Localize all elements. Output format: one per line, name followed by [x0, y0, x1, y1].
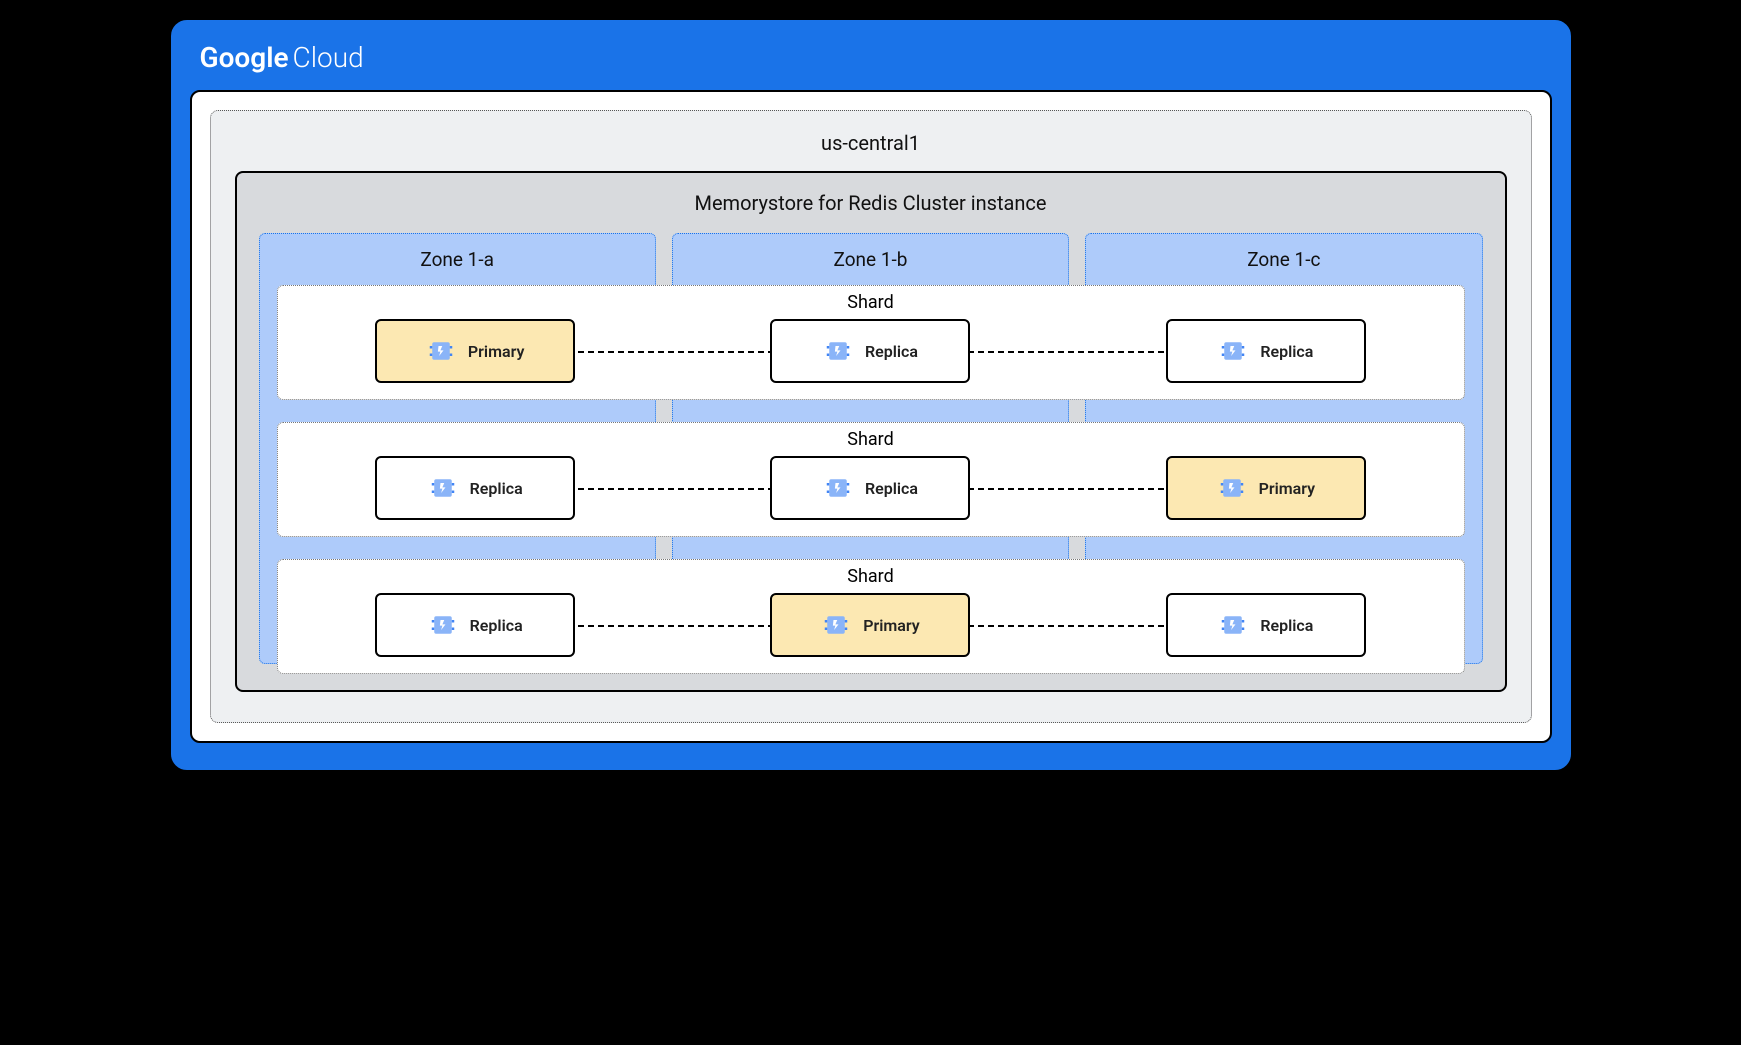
replica-node: Replica	[770, 456, 970, 520]
cpu-icon	[426, 336, 456, 366]
node-label: Primary	[863, 616, 920, 635]
zone-a-title: Zone 1-a	[260, 242, 655, 281]
cpu-icon	[1218, 336, 1248, 366]
replica-node: Replica	[1166, 319, 1366, 383]
node-label: Replica	[865, 342, 918, 361]
replica-node: Replica	[375, 593, 575, 657]
shard-row: Replica Replica Primary	[298, 456, 1444, 520]
region-title: us-central1	[235, 123, 1507, 171]
zone-b-title: Zone 1-b	[673, 242, 1068, 281]
node-label: Primary	[468, 342, 525, 361]
node-label: Replica	[1260, 342, 1313, 361]
shard-1: Shard Replica Replica Primary	[277, 422, 1465, 537]
cpu-icon	[428, 473, 458, 503]
node-label: Replica	[1260, 616, 1313, 635]
node-label: Replica	[470, 616, 523, 635]
primary-node: Primary	[770, 593, 970, 657]
logo-bold: Google	[200, 41, 289, 74]
google-cloud-frame: Google Cloud us-central1 Memorystore for…	[171, 20, 1571, 770]
shard-title: Shard	[298, 290, 1444, 319]
primary-node: Primary	[375, 319, 575, 383]
node-label: Primary	[1259, 479, 1316, 498]
region-frame: us-central1 Memorystore for Redis Cluste…	[210, 110, 1532, 723]
shard-title: Shard	[298, 427, 1444, 456]
shard-title: Shard	[298, 564, 1444, 593]
replica-node: Replica	[1166, 593, 1366, 657]
instance-frame: Memorystore for Redis Cluster instance Z…	[235, 171, 1507, 692]
google-cloud-logo: Google Cloud	[190, 35, 1552, 90]
instance-title: Memorystore for Redis Cluster instance	[259, 183, 1483, 233]
cpu-icon	[823, 336, 853, 366]
shards-overlay: ShardPrimaryReplicaReplicaShardReplicaRe…	[277, 285, 1465, 696]
replica-node: Replica	[375, 456, 575, 520]
shard-row: Replica Primary Replica	[298, 593, 1444, 657]
primary-node: Primary	[1166, 456, 1366, 520]
cpu-icon	[1218, 610, 1248, 640]
project-frame: us-central1 Memorystore for Redis Cluste…	[190, 90, 1552, 743]
shard-row: Primary Replica Replica	[298, 319, 1444, 383]
cpu-icon	[1217, 473, 1247, 503]
cpu-icon	[823, 473, 853, 503]
node-label: Replica	[470, 479, 523, 498]
shard-2: Shard Replica Primary Replica	[277, 559, 1465, 674]
zone-c-title: Zone 1-c	[1086, 242, 1481, 281]
shard-0: Shard Primary Replica Replica	[277, 285, 1465, 400]
node-label: Replica	[865, 479, 918, 498]
replica-node: Replica	[770, 319, 970, 383]
logo-thin: Cloud	[293, 41, 364, 74]
cpu-icon	[821, 610, 851, 640]
cpu-icon	[428, 610, 458, 640]
